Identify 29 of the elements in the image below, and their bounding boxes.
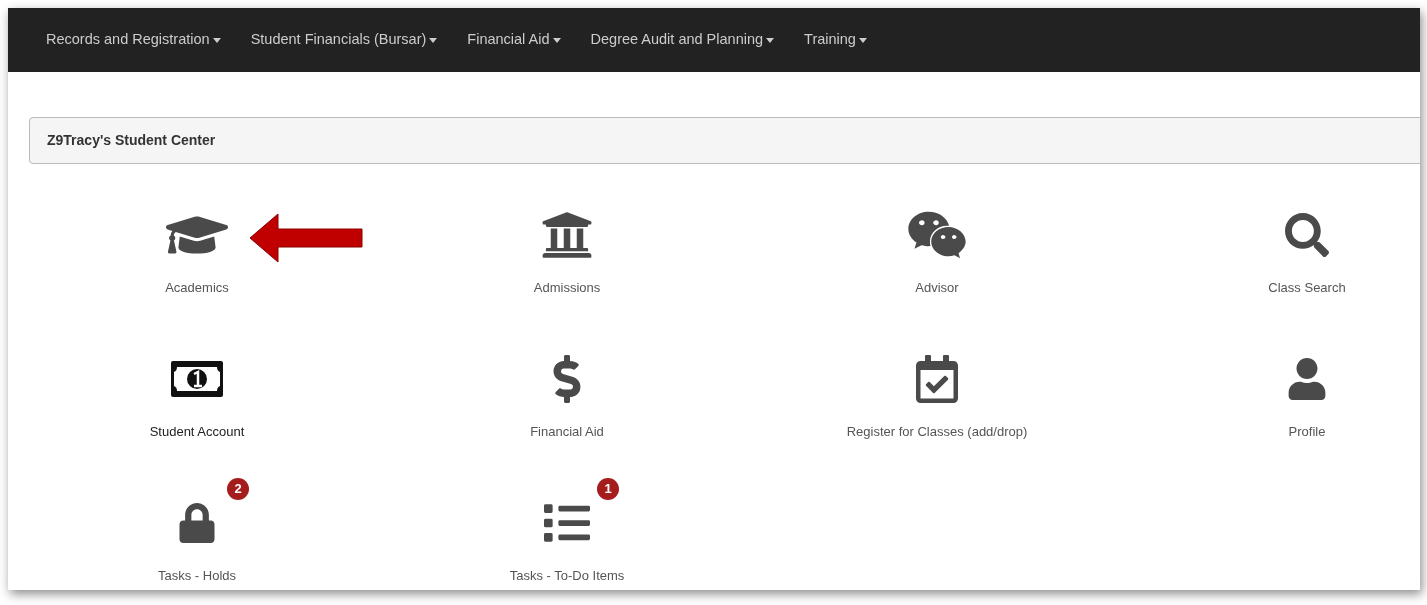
calendar-check-icon[interactable]: [913, 355, 961, 403]
tile-link[interactable]: Tasks - To-Do Items: [509, 566, 625, 586]
nav-menu[interactable]: Training: [804, 29, 867, 51]
tile-link[interactable]: Student Account: [149, 422, 245, 442]
user-icon[interactable]: [1286, 358, 1328, 400]
caret-icon: [552, 37, 561, 43]
nav-menu[interactable]: Student Financials (Bursar): [250, 29, 438, 51]
tile-link[interactable]: Advisor: [915, 278, 959, 298]
nav-menu[interactable]: Degree Audit and Planning: [590, 29, 775, 51]
tile-link[interactable]: Tasks - Holds: [158, 566, 236, 586]
count-badge: 2: [227, 478, 249, 500]
tile-link[interactable]: Class Search: [1268, 278, 1346, 298]
caret-icon: [212, 37, 221, 43]
tile-link[interactable]: Admissions: [533, 278, 601, 298]
tile-link[interactable]: Financial Aid: [530, 422, 604, 442]
caret-icon: [429, 37, 438, 43]
caret-icon: [858, 37, 867, 43]
lock-icon[interactable]: [177, 503, 217, 543]
count-badge: 1: [597, 478, 619, 500]
nav-menu[interactable]: Records and Registration: [46, 29, 221, 51]
tile-link[interactable]: Profile: [1288, 422, 1326, 442]
money-bill-icon[interactable]: [171, 361, 223, 397]
search-icon[interactable]: [1285, 213, 1329, 257]
bank-building-icon[interactable]: [541, 209, 593, 261]
nav-menu[interactable]: Financial Aid: [467, 29, 561, 51]
panel-title: Z9Tracy's Student Center: [47, 131, 216, 150]
caret-icon: [766, 37, 775, 43]
tile-link[interactable]: Register for Classes (add/drop): [846, 422, 1028, 442]
tile-link[interactable]: Academics: [165, 278, 229, 298]
